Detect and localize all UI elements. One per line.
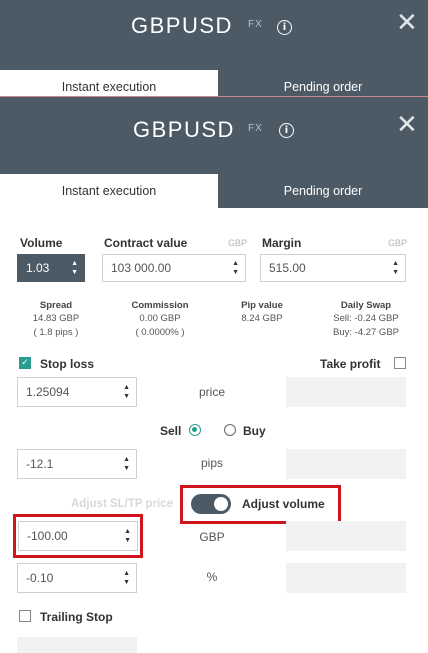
stat-spread-line1: 14.83 GBP [32, 313, 80, 324]
sl-gbp-stepper-icon[interactable]: ▲ ▼ [124, 527, 131, 545]
stat-pip-value-line1: 8.24 GBP [241, 313, 283, 324]
tp-price-input[interactable] [286, 377, 406, 407]
margin-stepper-icon[interactable]: ▲ ▼ [392, 259, 399, 277]
trailing-stop-label: Trailing Stop [40, 610, 113, 624]
background-close-icon[interactable]: ✕ [396, 10, 418, 36]
adjust-volume-toggle[interactable] [191, 494, 231, 514]
sl-percent-input[interactable]: -0.10 ▲ ▼ [17, 563, 137, 593]
stat-daily-swap-title: Daily Swap [340, 300, 392, 311]
background-tab-pending-label: Pending order [283, 80, 363, 94]
tp-percent-input[interactable] [286, 563, 406, 593]
contract-value-stepper-icon[interactable]: ▲ ▼ [232, 259, 239, 277]
stat-spread-line2: ( 1.8 pips ) [33, 327, 79, 338]
margin-value: 515.00 [269, 261, 306, 275]
stat-commission-line1: 0.00 GBP [139, 313, 181, 324]
take-profit-label: Take profit [320, 357, 381, 371]
volume-value: 1.03 [26, 261, 50, 275]
sl-percent-value: -0.10 [26, 571, 54, 585]
contract-value-currency: GBP [228, 238, 248, 248]
fx-badge: FX [248, 123, 263, 134]
volume-input[interactable]: 1.03 ▲ ▼ [17, 254, 85, 282]
background-tab-instant-label: Instant execution [61, 80, 157, 94]
close-icon[interactable]: ✕ [396, 112, 418, 138]
tp-pips-input[interactable] [286, 449, 406, 479]
sl-pips-value: -12.1 [26, 457, 54, 471]
symbol-title: GBPUSD [133, 117, 235, 142]
sl-pips-stepper-icon[interactable]: ▲ ▼ [123, 455, 130, 473]
sell-label: Sell [160, 424, 182, 438]
sl-pips-input[interactable]: -12.1 ▲ ▼ [17, 449, 137, 479]
stat-spread: Spread 14.83 GBP ( 1.8 pips ) [14, 300, 98, 340]
contract-value-input[interactable]: 103 000.00 ▲ ▼ [102, 254, 246, 282]
stat-daily-swap: Daily Swap Sell: -0.24 GBP Buy: -4.27 GB… [318, 300, 414, 340]
background-tab-instant[interactable]: Instant execution [0, 70, 218, 96]
tp-gbp-input[interactable] [286, 521, 406, 551]
tab-pending-order-label: Pending order [283, 184, 363, 198]
sl-price-input[interactable]: 1.25094 ▲ ▼ [17, 377, 137, 407]
contract-value-label: Contract value [104, 236, 188, 250]
stat-pip-value: Pip value 8.24 GBP [222, 300, 302, 326]
stat-commission-line2: ( 0.0000% ) [135, 327, 185, 338]
sl-percent-stepper-icon[interactable]: ▲ ▼ [123, 569, 130, 587]
contract-value-value: 103 000.00 [111, 261, 172, 275]
price-label: price [198, 385, 225, 399]
margin-currency: GBP [388, 238, 408, 248]
tab-instant-execution-label: Instant execution [61, 184, 157, 198]
adjust-sltp-label: Adjust SL/TP price [71, 498, 174, 510]
stop-loss-checkbox[interactable]: ✓ [19, 357, 31, 369]
tab-instant-execution[interactable]: Instant execution [0, 174, 218, 208]
stat-pip-value-title: Pip value [241, 300, 283, 311]
stat-daily-swap-line1: Sell: -0.24 GBP [333, 313, 399, 324]
take-profit-checkbox[interactable] [394, 357, 406, 369]
pips-label: pips [200, 456, 223, 470]
sl-gbp-value: -100.00 [27, 529, 68, 543]
buy-label: Buy [243, 424, 266, 438]
sl-price-stepper-icon[interactable]: ▲ ▼ [123, 383, 130, 401]
margin-input[interactable]: 515.00 ▲ ▼ [260, 254, 406, 282]
background-title: GBPUSD [131, 13, 233, 38]
buy-radio[interactable] [224, 424, 236, 436]
volume-label: Volume [20, 236, 63, 250]
adjust-volume-label: Adjust volume [242, 497, 325, 511]
sell-radio[interactable] [189, 424, 201, 436]
background-tab-pending[interactable]: Pending order [218, 70, 428, 96]
toggle-knob [214, 497, 228, 511]
stat-spread-title: Spread [39, 300, 73, 311]
stat-commission-title: Commission [131, 300, 189, 311]
background-fx-badge: FX [248, 19, 263, 30]
stat-daily-swap-line2: Buy: -4.27 GBP [332, 327, 399, 338]
trailing-stop-checkbox[interactable] [19, 610, 31, 622]
sl-gbp-input[interactable]: -100.00 ▲ ▼ [18, 521, 138, 551]
background-info-icon[interactable]: i [277, 20, 292, 35]
sl-price-value: 1.25094 [26, 385, 70, 399]
stat-commission: Commission 0.00 GBP ( 0.0000% ) [116, 300, 204, 340]
percent-label: % [206, 570, 218, 584]
tab-pending-order[interactable]: Pending order [218, 174, 428, 208]
info-icon[interactable]: i [279, 123, 294, 138]
gbp-label: GBP [199, 530, 225, 544]
trailing-stop-input[interactable] [17, 637, 137, 653]
margin-label: Margin [262, 236, 302, 250]
volume-stepper-icon[interactable]: ▲ ▼ [71, 259, 78, 277]
stop-loss-label: Stop loss [40, 357, 95, 371]
